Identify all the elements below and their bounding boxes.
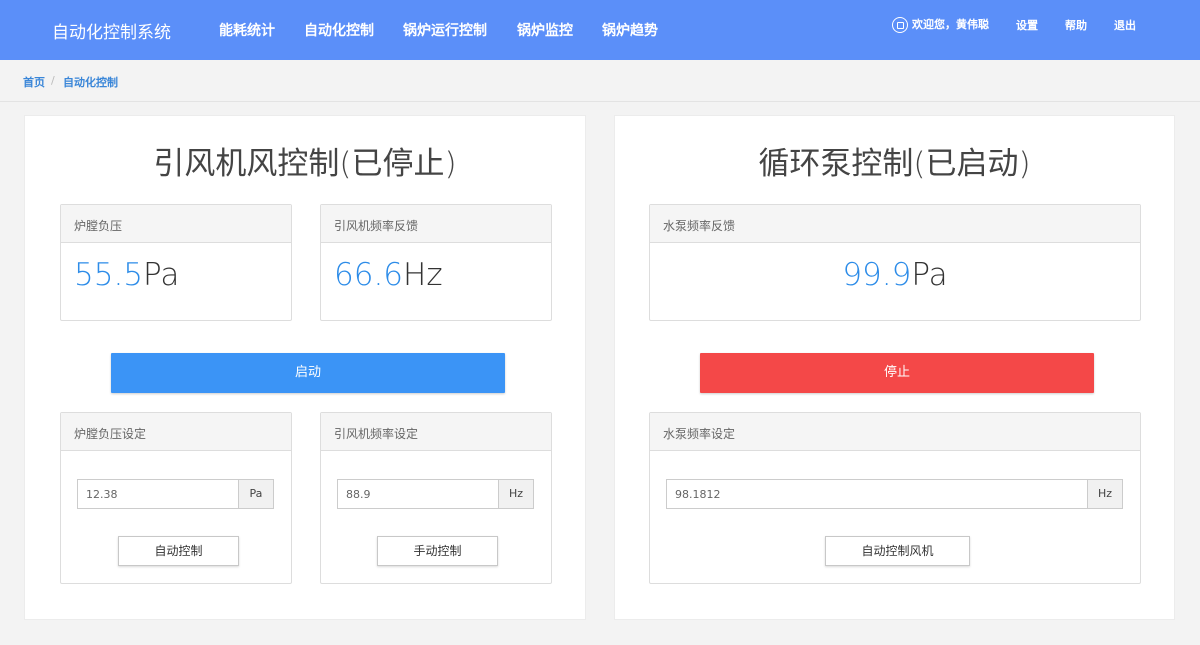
furnace-pressure-box: 炉膛负压 55.5Pa: [60, 204, 292, 321]
nav-automation-control[interactable]: 自动化控制: [304, 20, 374, 40]
pump-frequency-setting-box: 水泵频率设定 98.1812 Hz 自动控制风机: [649, 412, 1141, 584]
settings-link[interactable]: 设置: [1016, 17, 1038, 33]
pump-frequency-unit: Pa: [911, 257, 948, 293]
help-link[interactable]: 帮助: [1065, 17, 1087, 33]
top-navbar: 自动化控制系统 能耗统计 自动化控制 锅炉运行控制 锅炉监控 锅炉趋势 欢迎您，…: [0, 0, 1200, 60]
furnace-pressure-reading: 55.5Pa: [74, 257, 179, 293]
pump-frequency-unit-addon: Hz: [1087, 479, 1123, 509]
pressure-setting-input[interactable]: 12.38: [77, 479, 239, 509]
pump-frequency-box: 水泵频率反馈 99.9Pa: [649, 204, 1141, 321]
fan-control-panel: 引风机风控制(已停止) 炉膛负压 55.5Pa 引风机频率反馈 66.6Hz 启…: [24, 115, 586, 620]
nav-boiler-operation[interactable]: 锅炉运行控制: [403, 20, 487, 40]
furnace-pressure-value: 55.5: [74, 257, 144, 293]
logout-link[interactable]: 退出: [1114, 17, 1136, 33]
nav-boiler-trend[interactable]: 锅炉趋势: [602, 20, 658, 40]
fan-panel-title: 引风机风控制(已停止): [153, 146, 457, 182]
breadcrumb: 首页 / 自动化控制: [0, 60, 1200, 102]
pump-frequency-setting-label: 水泵频率设定: [663, 427, 736, 441]
fan-frequency-setting-input[interactable]: 88.9: [337, 479, 499, 509]
breadcrumb-separator: /: [51, 74, 55, 87]
box-header: 水泵频率设定: [650, 413, 1140, 451]
box-header: 炉膛负压: [61, 205, 291, 243]
box-header: 引风机频率设定: [321, 413, 551, 451]
user-icon: [892, 17, 908, 33]
frequency-unit-addon: Hz: [498, 479, 534, 509]
pump-control-panel: 循环泵控制(已启动) 水泵频率反馈 99.9Pa 停止 水泵频率设定 98.18…: [614, 115, 1175, 620]
fan-frequency-setting-box: 引风机频率设定 88.9 Hz 手动控制: [320, 412, 552, 584]
furnace-pressure-label: 炉膛负压: [74, 219, 123, 233]
pump-frequency-reading: 99.9Pa: [650, 257, 1140, 293]
auto-control-button[interactable]: 自动控制: [118, 536, 239, 566]
fan-frequency-value: 66.6: [334, 257, 404, 293]
pressure-setting-box: 炉膛负压设定 12.38 Pa 自动控制: [60, 412, 292, 584]
furnace-pressure-unit: Pa: [143, 257, 180, 293]
pump-frequency-setting-input[interactable]: 98.1812: [666, 479, 1088, 509]
nav-boiler-monitor[interactable]: 锅炉监控: [517, 20, 573, 40]
brand-title[interactable]: 自动化控制系统: [52, 18, 171, 43]
welcome-text: 欢迎您，黄伟聪: [912, 18, 989, 31]
nav-energy-stats[interactable]: 能耗统计: [219, 20, 275, 40]
fan-frequency-label: 引风机频率反馈: [334, 219, 419, 233]
pressure-setting-label: 炉膛负压设定: [74, 427, 147, 441]
breadcrumb-home[interactable]: 首页: [23, 74, 45, 90]
pump-panel-title: 循环泵控制(已启动): [758, 146, 1031, 182]
pressure-unit-addon: Pa: [238, 479, 274, 509]
breadcrumb-current[interactable]: 自动化控制: [63, 74, 118, 90]
manual-control-button[interactable]: 手动控制: [377, 536, 498, 566]
pump-frequency-label: 水泵频率反馈: [663, 219, 736, 233]
auto-control-fan-button[interactable]: 自动控制风机: [825, 536, 970, 566]
fan-frequency-reading: 66.6Hz: [334, 257, 443, 293]
pump-frequency-value: 99.9: [842, 257, 912, 293]
fan-frequency-setting-label: 引风机频率设定: [334, 427, 419, 441]
fan-frequency-unit: Hz: [403, 257, 443, 293]
pump-stop-button[interactable]: 停止: [700, 353, 1094, 393]
fan-start-button[interactable]: 启动: [111, 353, 505, 393]
box-header: 水泵频率反馈: [650, 205, 1140, 243]
fan-frequency-box: 引风机频率反馈 66.6Hz: [320, 204, 552, 321]
box-header: 炉膛负压设定: [61, 413, 291, 451]
box-header: 引风机频率反馈: [321, 205, 551, 243]
welcome-user[interactable]: 欢迎您，黄伟聪: [892, 16, 989, 33]
